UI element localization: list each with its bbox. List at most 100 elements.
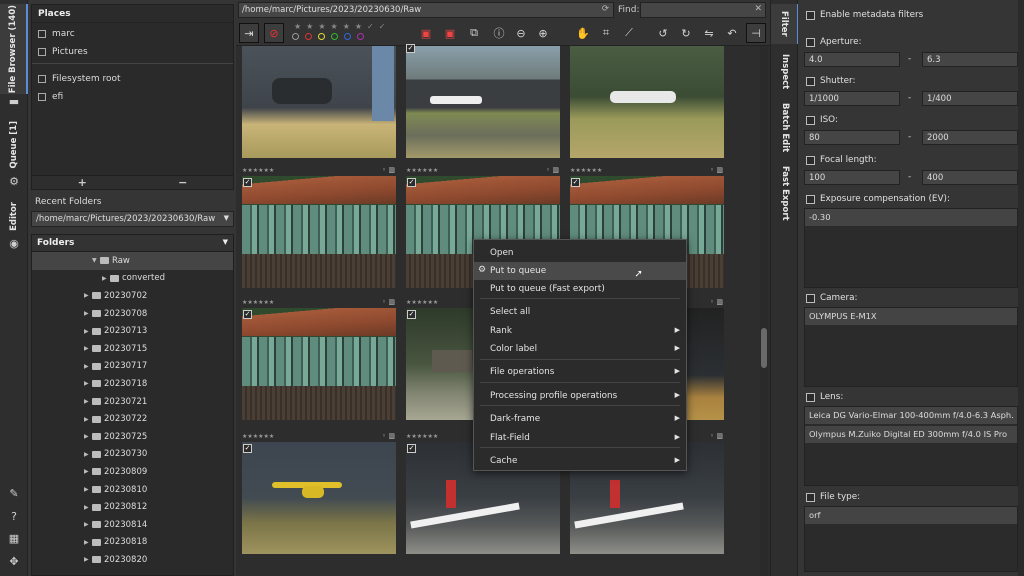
menu-item-select-all[interactable]: Select all xyxy=(474,303,686,321)
trash-icon[interactable]: ◦ ▥ xyxy=(382,298,395,306)
grid-icon[interactable]: ▦ xyxy=(7,533,21,545)
select-checkbox[interactable]: ✓ xyxy=(407,178,416,187)
rank-filter-stars[interactable]: ★ ★ ★ ★ ★ ★ ✓ ✓ xyxy=(294,22,385,31)
add-place-button[interactable]: + xyxy=(32,176,133,189)
expand-right-icon[interactable]: ▶ xyxy=(84,433,92,440)
trash-icon[interactable]: ◦ ▥ xyxy=(710,166,723,174)
trash-show-icon[interactable]: ▣ xyxy=(440,23,460,43)
thumbnail-image[interactable] xyxy=(570,46,724,158)
place-item-pictures[interactable]: Pictures xyxy=(32,41,233,59)
rank-stars[interactable]: ★★★★★★ xyxy=(242,433,274,440)
file-type-list[interactable]: orf xyxy=(804,506,1018,572)
expand-right-icon[interactable]: ▶ xyxy=(84,486,92,493)
tab-file-browser[interactable]: File Browser (140) xyxy=(0,4,28,94)
path-input[interactable]: /home/marc/Pictures/2023/20230630/Raw ⟳ xyxy=(238,2,614,18)
label-blue-dot[interactable] xyxy=(344,33,351,40)
tab-editor[interactable]: Editor xyxy=(0,198,28,234)
iso-to-field[interactable]: 2000 xyxy=(922,130,1018,145)
refresh-icon[interactable]: ⟳ xyxy=(602,4,609,14)
expand-right-icon[interactable]: ▶ xyxy=(84,468,92,475)
brush-icon[interactable]: ✎ xyxy=(7,488,21,500)
place-item-filesystem-root[interactable]: Filesystem root xyxy=(32,68,233,86)
checkbox-box[interactable] xyxy=(806,10,815,20)
flip-icon[interactable]: ⇋ xyxy=(699,23,719,43)
select-checkbox[interactable]: ✓ xyxy=(243,444,252,453)
rotate-right-icon[interactable]: ↻ xyxy=(676,23,696,43)
crop-icon[interactable]: ⌗ xyxy=(596,23,616,43)
collapse-left-icon[interactable]: ⇥ xyxy=(239,23,259,43)
select-checkbox[interactable]: ✓ xyxy=(571,178,580,187)
shutter-from-field[interactable]: 1/1000 xyxy=(804,91,900,106)
expand-right-icon[interactable]: ▶ xyxy=(84,380,92,387)
copy-icon[interactable]: ⧉ xyxy=(464,23,484,43)
shutter-to-field[interactable]: 1/400 xyxy=(922,91,1018,106)
checkbox-box[interactable] xyxy=(806,76,815,86)
iso-checkbox[interactable]: ISO: xyxy=(806,115,838,125)
aperture-from-field[interactable]: 4.0 xyxy=(804,52,900,67)
rank-stars[interactable]: ★★★★★★ xyxy=(406,433,438,440)
straighten-icon[interactable]: ⟋ xyxy=(619,23,639,43)
thumbnail-image[interactable] xyxy=(242,176,396,288)
tree-item[interactable]: ▶ 20230721 xyxy=(32,393,233,411)
tree-item[interactable]: ▶ 20230810 xyxy=(32,481,233,499)
thumbnail-image[interactable] xyxy=(242,46,396,158)
label-purple-dot[interactable] xyxy=(357,33,364,40)
menu-item-file-operations[interactable]: File operations ▶ xyxy=(474,363,686,381)
checkbox-box[interactable] xyxy=(806,293,815,303)
tree-item[interactable]: ▶ 20230725 xyxy=(32,428,233,446)
checkbox-box[interactable] xyxy=(806,392,815,402)
find-input[interactable]: ✕ xyxy=(640,2,766,18)
tree-item[interactable]: ▶ 20230809 xyxy=(32,463,233,481)
list-item[interactable]: OLYMPUS E-M1X xyxy=(805,308,1017,325)
menu-item-rank[interactable]: Rank ▶ xyxy=(474,322,686,340)
tab-inspect[interactable]: Inspect xyxy=(771,50,799,94)
camera-list[interactable]: OLYMPUS E-M1X xyxy=(804,307,1018,387)
tree-item-raw[interactable]: ▼ Raw xyxy=(32,252,233,270)
camera-checkbox[interactable]: Camera: xyxy=(806,293,858,303)
expand-right-icon[interactable]: ▶ xyxy=(84,416,92,423)
menu-item-flat-field[interactable]: Flat-Field ▶ xyxy=(474,429,686,447)
place-item-efi[interactable]: efi xyxy=(32,86,233,104)
select-checkbox[interactable]: ✓ xyxy=(407,310,416,319)
aperture-checkbox[interactable]: Aperture: xyxy=(806,37,861,47)
place-item-marc[interactable]: marc xyxy=(32,23,233,41)
focal-length-checkbox[interactable]: Focal length: xyxy=(806,155,877,165)
move-icon[interactable]: ✥ xyxy=(7,556,21,568)
trash-icon[interactable]: ◦ ▥ xyxy=(382,432,395,440)
lens-checkbox[interactable]: Lens: xyxy=(806,392,843,402)
rank-stars[interactable]: ★★★★★★ xyxy=(406,299,438,306)
label-none-dot[interactable] xyxy=(292,33,299,40)
checkbox-box[interactable] xyxy=(806,115,815,125)
tree-item[interactable]: ▶ 20230715 xyxy=(32,340,233,358)
select-checkbox[interactable]: ✓ xyxy=(407,444,416,453)
remove-place-button[interactable]: − xyxy=(133,176,234,189)
tab-batch-edit[interactable]: Batch Edit xyxy=(771,100,799,156)
menu-item-open[interactable]: Open xyxy=(474,244,686,262)
expand-right-icon[interactable]: ▶ xyxy=(84,292,92,299)
tree-item[interactable]: ▶ 20230820 xyxy=(32,551,233,569)
tree-item[interactable]: ▶ 20230717 xyxy=(32,358,233,376)
expand-right-icon[interactable]: ▶ xyxy=(84,345,92,352)
collapse-right-icon[interactable]: ⊣ xyxy=(746,23,766,43)
trash-icon[interactable]: ◦ ▥ xyxy=(710,432,723,440)
thumbnail-scrollbar[interactable] xyxy=(760,46,768,576)
enable-filters-checkbox[interactable]: Enable metadata filters xyxy=(806,10,923,20)
menu-item-put-to-queue-fast-export[interactable]: Put to queue (Fast export) xyxy=(474,280,686,298)
exposure-comp-checkbox[interactable]: Exposure compensation (EV): xyxy=(806,194,950,204)
select-checkbox[interactable]: ✓ xyxy=(406,44,415,53)
expand-right-icon[interactable]: ▶ xyxy=(84,328,92,335)
rank-stars[interactable]: ★★★★★★ xyxy=(406,167,438,174)
expand-right-icon[interactable]: ▶ xyxy=(84,451,92,458)
undo-icon[interactable]: ↶ xyxy=(722,23,742,43)
tree-item[interactable]: ▶ 20230814 xyxy=(32,516,233,534)
filter-scrollbar[interactable] xyxy=(1018,0,1024,576)
list-item[interactable]: orf xyxy=(805,507,1017,524)
expand-right-icon[interactable]: ▶ xyxy=(84,504,92,511)
tab-queue[interactable]: Queue [1] xyxy=(0,120,28,170)
tree-item[interactable]: ▶ 20230702 xyxy=(32,287,233,305)
checkbox-box[interactable] xyxy=(806,155,815,165)
focal-to-field[interactable]: 400 xyxy=(922,170,1018,185)
label-green-dot[interactable] xyxy=(331,33,338,40)
checkbox-box[interactable] xyxy=(806,194,815,204)
rotate-left-icon[interactable]: ↺ xyxy=(653,23,673,43)
